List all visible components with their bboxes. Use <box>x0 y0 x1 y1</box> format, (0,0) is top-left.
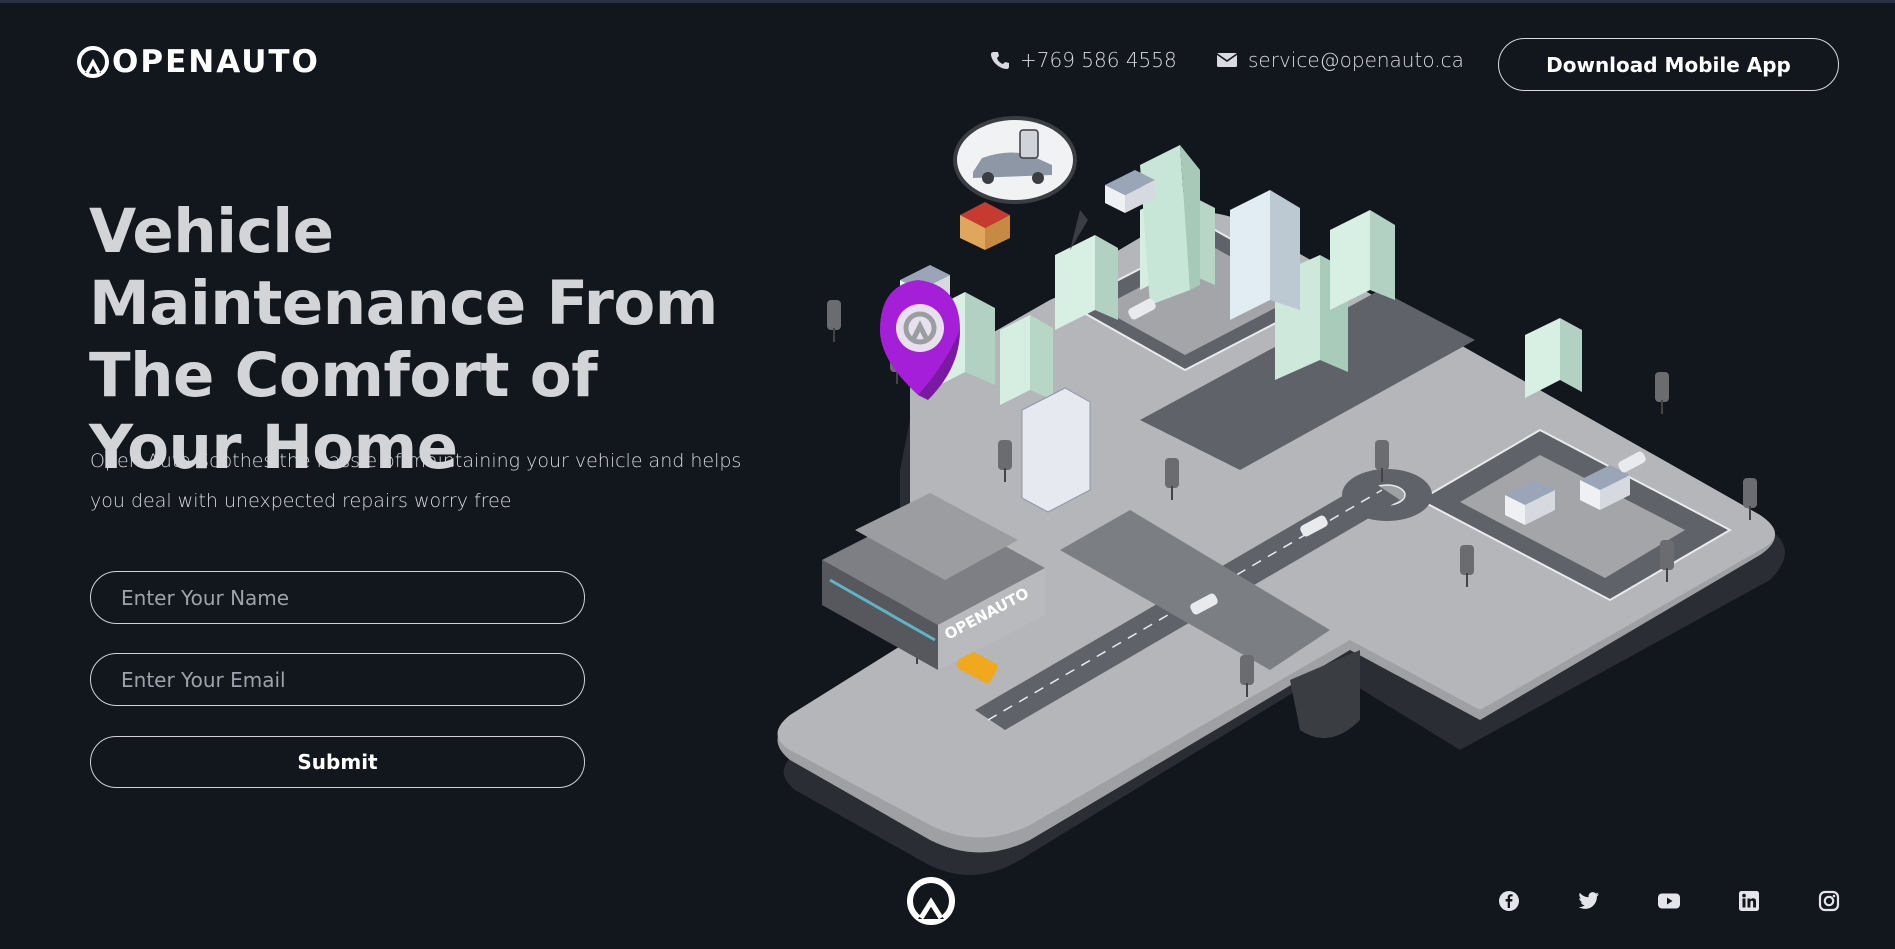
name-input[interactable] <box>90 571 585 624</box>
youtube-icon[interactable] <box>1656 888 1682 914</box>
email-address: service@openauto.ca <box>1248 48 1464 72</box>
download-app-button[interactable]: Download Mobile App <box>1498 38 1839 91</box>
phone-contact[interactable]: +769 586 4558 <box>990 48 1177 72</box>
logo-mark-icon <box>907 877 955 925</box>
email-input[interactable] <box>90 653 585 706</box>
city-illustration: OPENAUTO <box>777 116 1785 875</box>
facebook-icon[interactable] <box>1496 888 1522 914</box>
footer-logo[interactable] <box>906 876 956 930</box>
submit-button[interactable]: Submit <box>90 736 585 788</box>
linkedin-icon[interactable] <box>1736 888 1762 914</box>
instagram-icon[interactable] <box>1816 888 1842 914</box>
brand-name: OPENAUTO <box>112 44 320 80</box>
brand-logo[interactable]: OPENAUTO <box>76 44 320 80</box>
mail-icon <box>1216 53 1238 67</box>
top-border <box>0 0 1895 3</box>
hero-subtitle: Open Auto Soothes the hassle of maintain… <box>90 450 742 512</box>
phone-icon <box>991 52 1009 69</box>
email-contact[interactable]: service@openauto.ca <box>1216 48 1464 72</box>
logo-mark-icon <box>77 46 109 78</box>
twitter-icon[interactable] <box>1576 888 1602 914</box>
phone-number: +769 586 4558 <box>1020 48 1177 72</box>
